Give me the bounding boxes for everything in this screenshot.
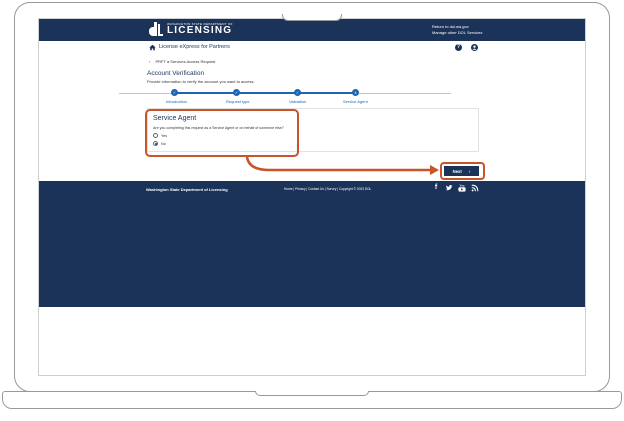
laptop-notch [282,14,342,21]
breadcrumb[interactable]: ‹ PRFT a Services Access Request [149,59,215,64]
user-account-icon[interactable] [471,44,478,51]
app-bar: License eXpress for Partners ? [39,41,585,55]
breadcrumb-label: PRFT a Services Access Request [155,59,216,64]
site-footer: Washington State Department of Licensing… [39,181,585,307]
footer-org-name: Washington State Department of Licensing [146,187,228,192]
youtube-icon[interactable]: You [458,184,466,192]
page-title: Account Verification [147,70,205,77]
manage-services-link[interactable]: Manage other DOL Services [432,30,482,36]
step-service-agent-icon: 4 [352,89,359,96]
laptop-base-groove [255,391,369,396]
browser-screen: WASHINGTON STATE DEPARTMENT OF LICENSING… [38,18,586,376]
logo-big-text: LICENSING [167,24,233,36]
dol-logo[interactable]: WASHINGTON STATE DEPARTMENT OF LICENSING [149,22,233,36]
chevron-left-icon: ‹ [149,59,151,64]
step-label-service-agent: Service Agent [343,99,368,104]
footer-links[interactable]: Home | Privacy | Contact Us | Survey | C… [284,187,371,191]
service-agent-highlight [145,109,299,157]
site-header: WASHINGTON STATE DEPARTMENT OF LICENSING… [39,19,585,41]
twitter-icon[interactable] [445,184,453,192]
step-introduction-icon: ✓ [171,89,178,96]
step-request-type-icon: ✓ [233,89,240,96]
help-icon[interactable]: ? [455,44,462,51]
app-title: License eXpress for Partners [159,44,230,50]
step-label-validation: Validation [289,99,307,104]
dol-logo-icon [149,22,163,36]
step-label-introduction: Introduction [166,99,187,104]
facebook-icon[interactable]: f [432,184,440,192]
page-subtitle: Provide information to verify the accoun… [147,79,255,84]
stepper-progress [175,92,355,94]
step-label-request-type: Request type [226,99,250,104]
step-validation-icon: ✓ [294,89,301,96]
home-icon[interactable] [149,44,156,51]
svg-text:You: You [460,184,465,188]
rss-icon[interactable] [471,184,479,192]
next-button-highlight [440,162,485,180]
